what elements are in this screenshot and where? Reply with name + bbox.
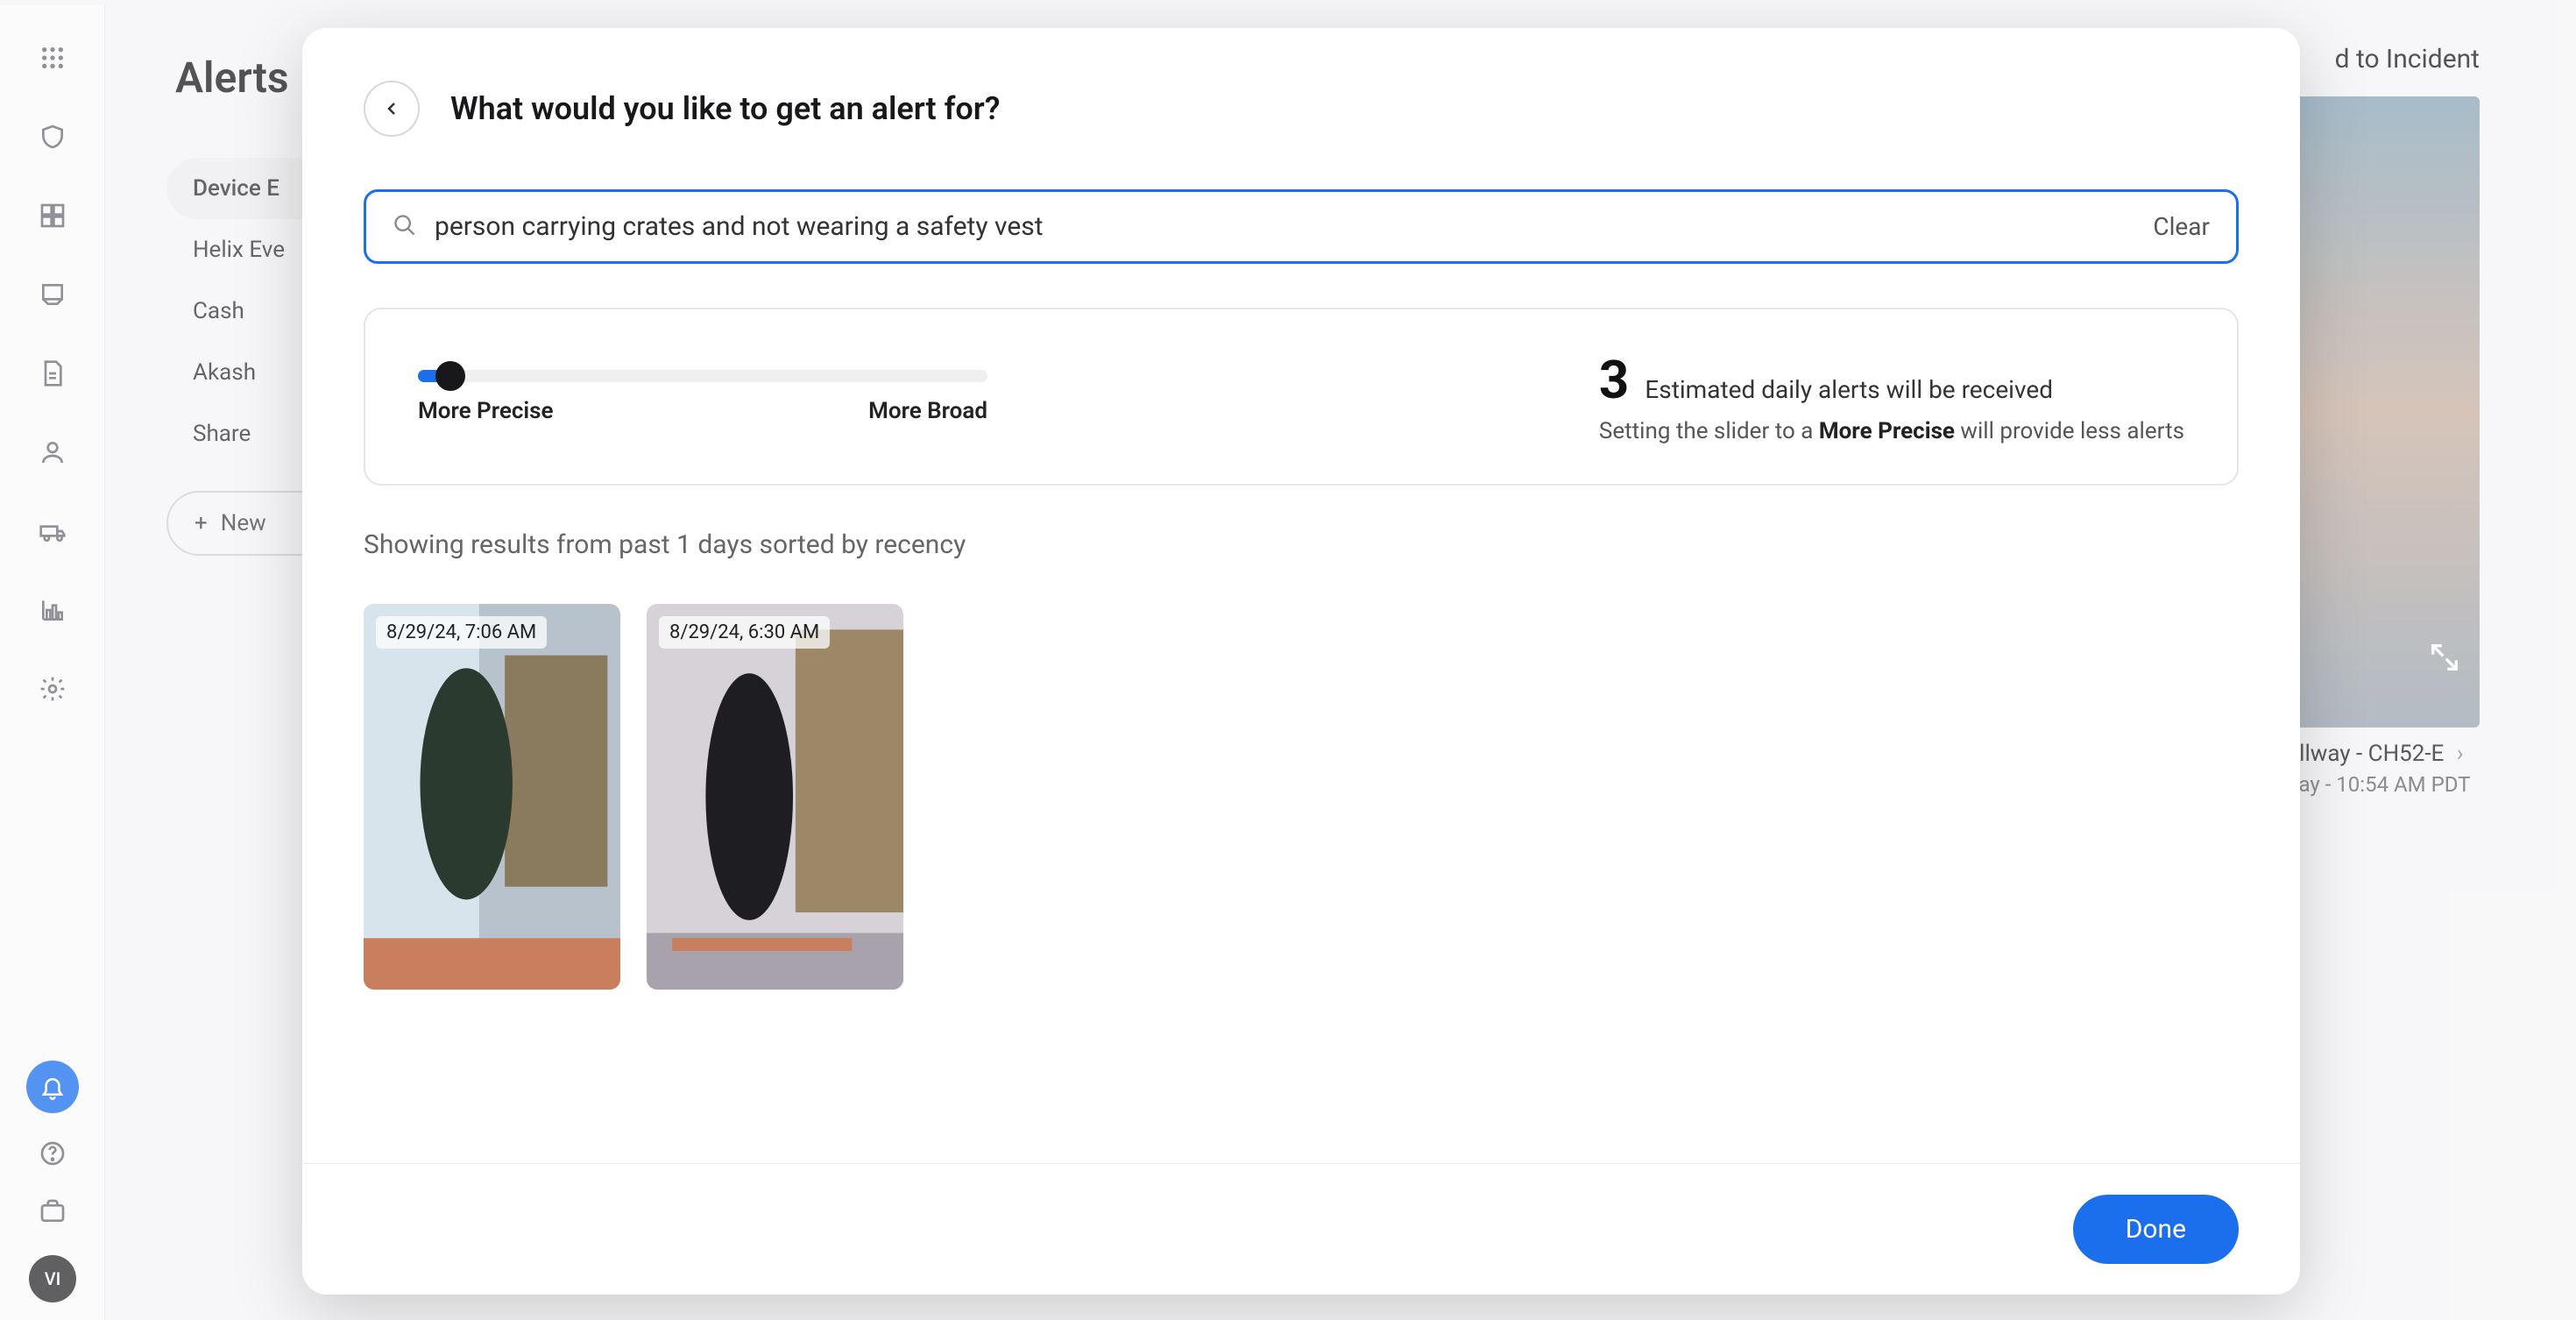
- clear-button[interactable]: Clear: [2153, 212, 2210, 241]
- estimate-subtext: Setting the slider to a More Precise wil…: [1599, 418, 2184, 444]
- slider-label-broad: More Broad: [868, 398, 987, 424]
- done-button[interactable]: Done: [2073, 1195, 2239, 1264]
- slider-thumb[interactable]: [435, 361, 465, 391]
- precision-slider-column: More Precise More Broad: [418, 370, 987, 424]
- thumbnail-timestamp: 8/29/24, 6:30 AM: [659, 616, 830, 649]
- results-note: Showing results from past 1 days sorted …: [364, 529, 2239, 560]
- estimated-text: Estimated daily alerts will be received: [1645, 375, 2053, 404]
- slider-label-precise: More Precise: [418, 398, 554, 424]
- search-icon: [393, 213, 417, 241]
- alert-config-modal: What would you like to get an alert for?…: [302, 28, 2300, 1295]
- back-button[interactable]: [364, 81, 420, 137]
- result-thumbnail[interactable]: 8/29/24, 7:06 AM: [364, 604, 620, 990]
- alert-query-field[interactable]: Clear: [364, 189, 2239, 264]
- precision-panel: More Precise More Broad 3 Estimated dail…: [364, 308, 2239, 486]
- thumbnail-timestamp: 8/29/24, 7:06 AM: [376, 616, 547, 649]
- precision-slider[interactable]: [418, 370, 987, 382]
- modal-footer: Done: [302, 1163, 2300, 1295]
- alert-query-input[interactable]: [435, 211, 2135, 242]
- result-thumbnail[interactable]: 8/29/24, 6:30 AM: [647, 604, 903, 990]
- modal-header: What would you like to get an alert for?: [302, 28, 2300, 172]
- estimated-count: 3: [1599, 349, 1629, 411]
- estimate-column: 3 Estimated daily alerts will be receive…: [1599, 349, 2184, 444]
- result-thumbnails: 8/29/24, 7:06 AM 8/29/24, 6:30 AM: [364, 604, 2239, 990]
- modal-title: What would you like to get an alert for?: [450, 90, 1000, 127]
